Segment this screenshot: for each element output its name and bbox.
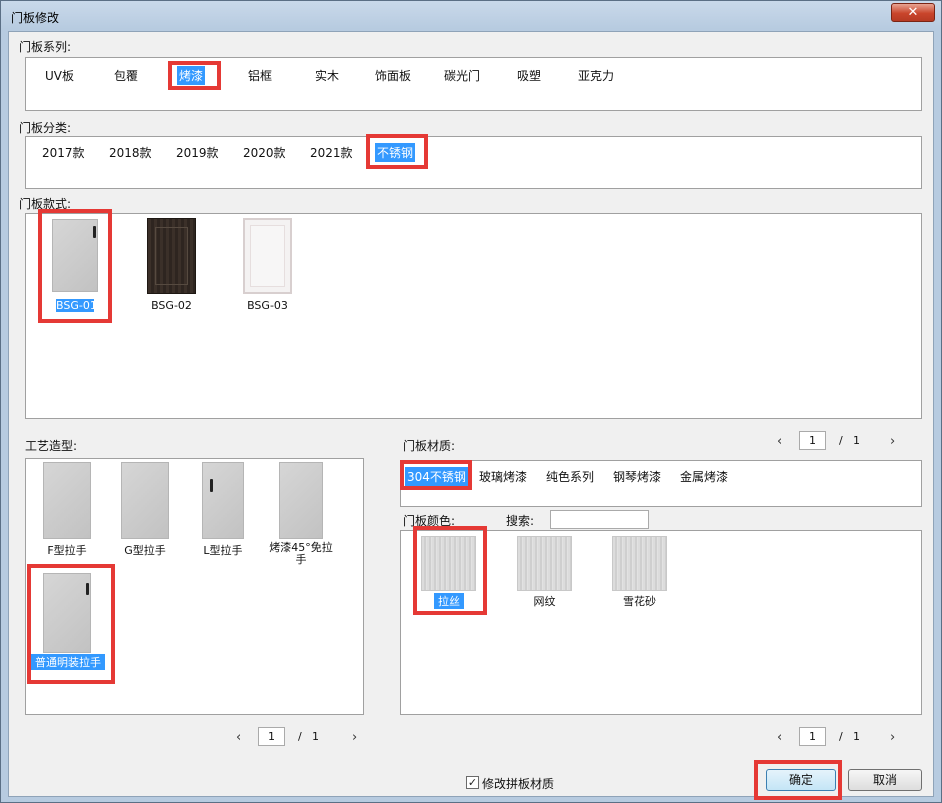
series-tab-yakeli[interactable]: 亚克力	[576, 66, 616, 85]
craft-label: 工艺造型:	[25, 439, 78, 453]
craft-thumb-l[interactable]	[202, 462, 244, 539]
category-tab-2020[interactable]: 2020款	[241, 143, 288, 162]
series-tab-lvkuang[interactable]: 铝框	[246, 66, 274, 85]
material-tab-jinshu[interactable]: 金属烤漆	[678, 467, 730, 486]
style-highlight-box	[38, 209, 112, 323]
dialog-client: 门板系列: UV板 包覆 烤漆 铝框 实木 饰面板 碳光门 吸塑 亚克力 门板分…	[8, 31, 934, 800]
category-label: 门板分类:	[19, 121, 72, 135]
color-next-page-button[interactable]: ›	[890, 730, 895, 745]
modify-panel-material-checkbox[interactable]: ✓	[466, 776, 479, 789]
category-tab-2018[interactable]: 2018款	[107, 143, 154, 162]
craft-pager: ‹ 1 / 1 ›	[236, 727, 366, 746]
craft-caption-l: L型拉手	[203, 544, 243, 557]
material-page-input[interactable]: 1	[799, 431, 826, 450]
close-icon: ✕	[907, 5, 919, 20]
category-panel	[25, 136, 922, 189]
color-pager-slash: /	[839, 730, 843, 743]
craft-thumb-f[interactable]	[43, 462, 91, 539]
series-label: 门板系列:	[19, 40, 72, 54]
material-highlight-box	[400, 460, 472, 490]
craft-caption-kaoqi45: 烤漆45°免拉手	[269, 541, 333, 566]
craft-caption-f: F型拉手	[47, 544, 87, 557]
color-pager: ‹ 1 / 1 ›	[777, 727, 907, 746]
craft-prev-page-button[interactable]: ‹	[236, 730, 241, 745]
color-search-label: 搜索:	[506, 514, 535, 528]
color-swatch-wangwen[interactable]	[517, 536, 572, 591]
craft-highlight-box	[27, 564, 115, 684]
material-tab-gangqin[interactable]: 钢琴烤漆	[611, 467, 663, 486]
door-handle-icon	[210, 479, 213, 492]
style-caption-bsg-03: BSG-03	[247, 299, 288, 312]
style-caption-bsg-02: BSG-02	[151, 299, 192, 312]
series-tab-tanguangmen[interactable]: 碳光门	[442, 66, 482, 85]
series-tab-uv[interactable]: UV板	[43, 66, 76, 85]
color-page-input[interactable]: 1	[799, 727, 826, 746]
material-pager-slash: /	[839, 434, 843, 447]
series-highlight-box	[168, 61, 221, 90]
material-prev-page-button[interactable]: ‹	[777, 434, 782, 449]
material-label: 门板材质:	[403, 439, 456, 453]
craft-page-input[interactable]: 1	[258, 727, 285, 746]
category-tab-2021[interactable]: 2021款	[308, 143, 355, 162]
craft-thumb-kaoqi45[interactable]	[279, 462, 323, 539]
color-caption-xuehuasha: 雪花砂	[623, 595, 656, 608]
style-thumb-bsg-02[interactable]	[147, 218, 196, 294]
category-tab-2019[interactable]: 2019款	[174, 143, 221, 162]
color-prev-page-button[interactable]: ‹	[777, 730, 782, 745]
material-tab-boli[interactable]: 玻璃烤漆	[477, 467, 529, 486]
category-highlight-box	[366, 134, 428, 169]
cancel-button[interactable]: 取消	[848, 769, 922, 791]
ok-highlight-box	[754, 760, 842, 800]
craft-pager-slash: /	[298, 730, 302, 743]
craft-thumb-g[interactable]	[121, 462, 169, 539]
color-swatch-xuehuasha[interactable]	[612, 536, 667, 591]
color-highlight-box	[413, 526, 487, 615]
series-tab-xisu[interactable]: 吸塑	[515, 66, 543, 85]
material-next-page-button[interactable]: ›	[890, 434, 895, 449]
series-tab-shimianban[interactable]: 饰面板	[373, 66, 413, 85]
material-pager: ‹ 1 / 1 ›	[777, 431, 907, 450]
window-title: 门板修改	[11, 11, 60, 25]
color-search-input[interactable]	[550, 510, 649, 529]
title-bar[interactable]: 门板修改 ✕	[1, 1, 941, 31]
series-tab-shimu[interactable]: 实木	[313, 66, 341, 85]
material-tab-chunse[interactable]: 纯色系列	[544, 467, 596, 486]
color-page-total: 1	[853, 730, 860, 743]
door-panel-icon	[155, 227, 188, 285]
craft-next-page-button[interactable]: ›	[352, 730, 357, 745]
craft-page-total: 1	[312, 730, 319, 743]
close-button[interactable]: ✕	[891, 3, 935, 22]
category-tab-2017[interactable]: 2017款	[40, 143, 87, 162]
color-caption-wangwen: 网纹	[533, 595, 556, 608]
dialog-window: 门板修改 ✕ 门板系列: UV板 包覆 烤漆 铝框 实木 饰面板 碳光门 吸塑 …	[0, 0, 942, 803]
material-page-total: 1	[853, 434, 860, 447]
style-thumb-bsg-03[interactable]	[243, 218, 292, 294]
check-icon: ✓	[467, 776, 478, 789]
craft-caption-g: G型拉手	[124, 544, 166, 557]
series-tab-baofu[interactable]: 包覆	[112, 66, 140, 85]
modify-panel-material-label: 修改拼板材质	[482, 777, 555, 791]
